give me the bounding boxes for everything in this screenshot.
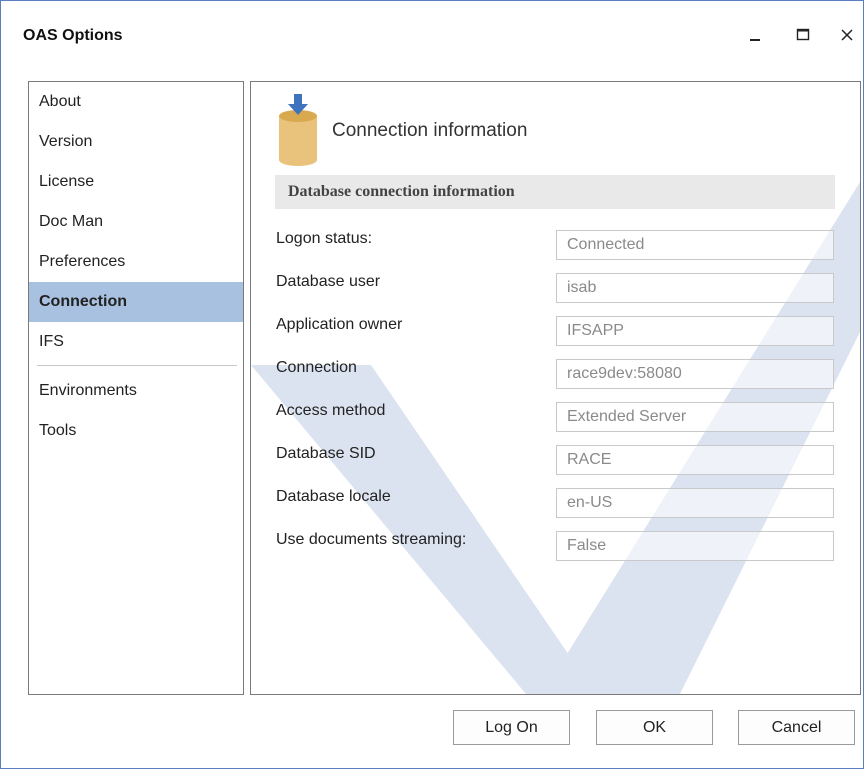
field-label: Database user: [276, 273, 381, 290]
maximize-icon: [796, 28, 810, 41]
logon-status-field[interactable]: Connected: [556, 230, 834, 260]
database-download-icon: [279, 94, 317, 166]
field-label: Logon status:: [276, 230, 373, 247]
minimize-icon: [750, 39, 760, 41]
nav-item-about[interactable]: About: [29, 82, 243, 122]
database-user-field[interactable]: isab: [556, 273, 834, 303]
options-window: OAS Options About Version License Doc Ma…: [0, 0, 864, 769]
nav-divider: [37, 365, 237, 366]
field-row-access-method: Access method Extended Server: [276, 402, 836, 432]
nav-item-license[interactable]: License: [29, 162, 243, 202]
section-header: Database connection information: [275, 175, 835, 209]
field-row-database-user: Database user isab: [276, 273, 836, 303]
access-method-field[interactable]: Extended Server: [556, 402, 834, 432]
nav-item-version[interactable]: Version: [29, 122, 243, 162]
field-label: Connection: [276, 359, 357, 376]
field-label: Use documents streaming:: [276, 531, 467, 548]
connection-panel: Connection information Database connecti…: [250, 81, 861, 695]
nav-item-tools[interactable]: Tools: [29, 411, 243, 451]
section-title: Database connection information: [288, 183, 515, 200]
field-row-application-owner: Application owner IFSAPP: [276, 316, 836, 346]
database-locale-field[interactable]: en-US: [556, 488, 834, 518]
close-button[interactable]: [827, 19, 863, 51]
nav-item-preferences[interactable]: Preferences: [29, 242, 243, 282]
field-label: Access method: [276, 402, 386, 419]
minimize-button[interactable]: [735, 19, 775, 51]
window-title: OAS Options: [23, 27, 123, 44]
field-row-database-sid: Database SID RACE: [276, 445, 836, 475]
nav-item-connection[interactable]: Connection: [29, 282, 243, 322]
title-bar: OAS Options: [1, 1, 863, 71]
panel-heading: Connection information: [332, 120, 528, 141]
log-on-button[interactable]: Log On: [453, 710, 570, 745]
field-row-documents-streaming: Use documents streaming: False: [276, 531, 836, 561]
cancel-button[interactable]: Cancel: [738, 710, 855, 745]
field-label: Application owner: [276, 316, 403, 333]
nav-item-ifs[interactable]: IFS: [29, 322, 243, 362]
nav-item-environments[interactable]: Environments: [29, 371, 243, 411]
field-row-database-locale: Database locale en-US: [276, 488, 836, 518]
options-nav-list: About Version License Doc Man Preference…: [28, 81, 244, 695]
connection-field[interactable]: race9dev:58080: [556, 359, 834, 389]
nav-item-doc-man[interactable]: Doc Man: [29, 202, 243, 242]
field-row-logon-status: Logon status: Connected: [276, 230, 836, 260]
ok-button[interactable]: OK: [596, 710, 713, 745]
documents-streaming-field[interactable]: False: [556, 531, 834, 561]
application-owner-field[interactable]: IFSAPP: [556, 316, 834, 346]
field-row-connection: Connection race9dev:58080: [276, 359, 836, 389]
close-icon: [841, 29, 853, 41]
maximize-button[interactable]: [783, 19, 823, 51]
database-sid-field[interactable]: RACE: [556, 445, 834, 475]
field-label: Database locale: [276, 488, 391, 505]
field-label: Database SID: [276, 445, 376, 462]
